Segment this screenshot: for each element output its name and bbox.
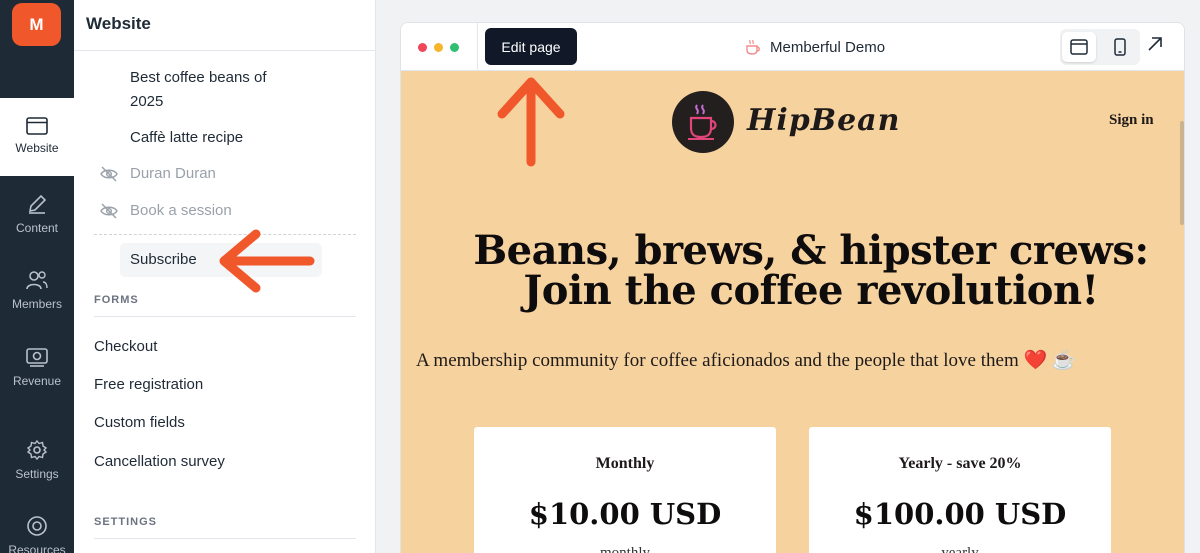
rail-item-members[interactable]: Members [0, 269, 74, 311]
view-toggle [1060, 29, 1140, 65]
rail-item-label: Members [11, 297, 62, 311]
form-item[interactable]: Custom fields [94, 414, 185, 431]
brand-name: HipBean [747, 103, 901, 138]
sign-in-link[interactable]: Sign in [1109, 112, 1154, 129]
gear-icon [26, 439, 48, 461]
page-item-label: Best coffee beans of [130, 69, 267, 86]
lifebuoy-icon [27, 516, 47, 536]
hero-headline-line: Beans, brews, & hipster crews: [473, 227, 1149, 274]
rail-item-settings[interactable]: Settings [0, 439, 74, 481]
divider [477, 23, 478, 71]
rail-item-label: Settings [15, 467, 59, 481]
browser-window-icon [26, 117, 48, 135]
account-logo[interactable]: M [12, 3, 61, 46]
arrow-up-annotation [497, 77, 565, 167]
site-title-text: Memberful Demo [770, 38, 886, 56]
rail-item-website[interactable]: Website [0, 117, 74, 155]
plan-period: yearly [941, 545, 979, 553]
plan-price: $10.00 USD [528, 497, 722, 531]
eye-off-icon [100, 203, 118, 219]
coffee-cup-icon [746, 39, 760, 55]
form-item[interactable]: Free registration [94, 376, 203, 393]
coffee-cup-logo-icon [688, 104, 717, 140]
close-dot [418, 43, 427, 52]
page-item[interactable]: Duran Duran [130, 162, 216, 186]
divider [74, 50, 376, 51]
divider [94, 538, 356, 539]
pencil-icon [28, 194, 47, 214]
desktop-icon [1070, 39, 1088, 55]
page-item-label: Subscribe [130, 251, 197, 268]
plan-card-monthly[interactable]: Monthly $10.00 USD monthly [474, 427, 776, 553]
plan-name: Monthly [595, 455, 655, 472]
hero-headline-line: Join the coffee revolution! [523, 267, 1099, 314]
plan-price: $100.00 USD [853, 497, 1067, 531]
scrollbar[interactable] [1180, 121, 1184, 225]
open-external-button[interactable] [1146, 35, 1164, 58]
form-item[interactable]: Cancellation survey [94, 453, 225, 470]
browser-toolbar: Edit page Memberful Demo [401, 23, 1184, 71]
rail-header: M [0, 0, 74, 98]
arrow-left-annotation [219, 229, 315, 293]
desktop-view-button[interactable] [1062, 32, 1096, 62]
maximize-dot [450, 43, 459, 52]
page-item[interactable]: Caffè latte recipe [130, 126, 243, 150]
money-icon [26, 348, 48, 367]
eye-off-icon [100, 166, 118, 182]
plan-card-yearly[interactable]: Yearly - save 20% $100.00 USD yearly [809, 427, 1111, 553]
rail-item-label: Resources [8, 543, 66, 553]
rail-item-label: Content [15, 221, 59, 235]
edit-page-button[interactable]: Edit page [485, 28, 577, 65]
panel-title: Website [86, 14, 151, 33]
page-item-label: 2025 [130, 93, 164, 110]
site-title: Memberful Demo [744, 38, 885, 56]
hero-headline: Beans, brews, & hipster crews: Join the … [431, 227, 1184, 314]
plan-period: monthly [599, 545, 650, 553]
settings-heading: SETTINGS [94, 516, 158, 528]
hero-subline: A membership community for coffee aficio… [416, 350, 1076, 371]
mobile-view-button[interactable] [1103, 32, 1137, 62]
forms-heading: FORMS [94, 294, 139, 306]
rail-item-label: Website [15, 141, 59, 155]
brand-logo[interactable] [672, 91, 734, 153]
page-item[interactable]: Best coffee beans of 2025 [130, 66, 267, 114]
people-icon [26, 271, 48, 290]
rail-item-label: Revenue [12, 374, 62, 388]
minimize-dot [434, 43, 443, 52]
rail-item-resources[interactable]: Resources [0, 515, 74, 553]
arrow-up-right-icon [1148, 37, 1162, 51]
divider [94, 316, 356, 317]
page-item[interactable]: Book a session [130, 199, 232, 223]
mobile-icon [1114, 38, 1126, 56]
rail-item-content[interactable]: Content [0, 193, 74, 235]
rail-item-revenue[interactable]: Revenue [0, 346, 74, 388]
form-item[interactable]: Checkout [94, 338, 157, 355]
plan-name: Yearly - save 20% [898, 455, 1022, 472]
